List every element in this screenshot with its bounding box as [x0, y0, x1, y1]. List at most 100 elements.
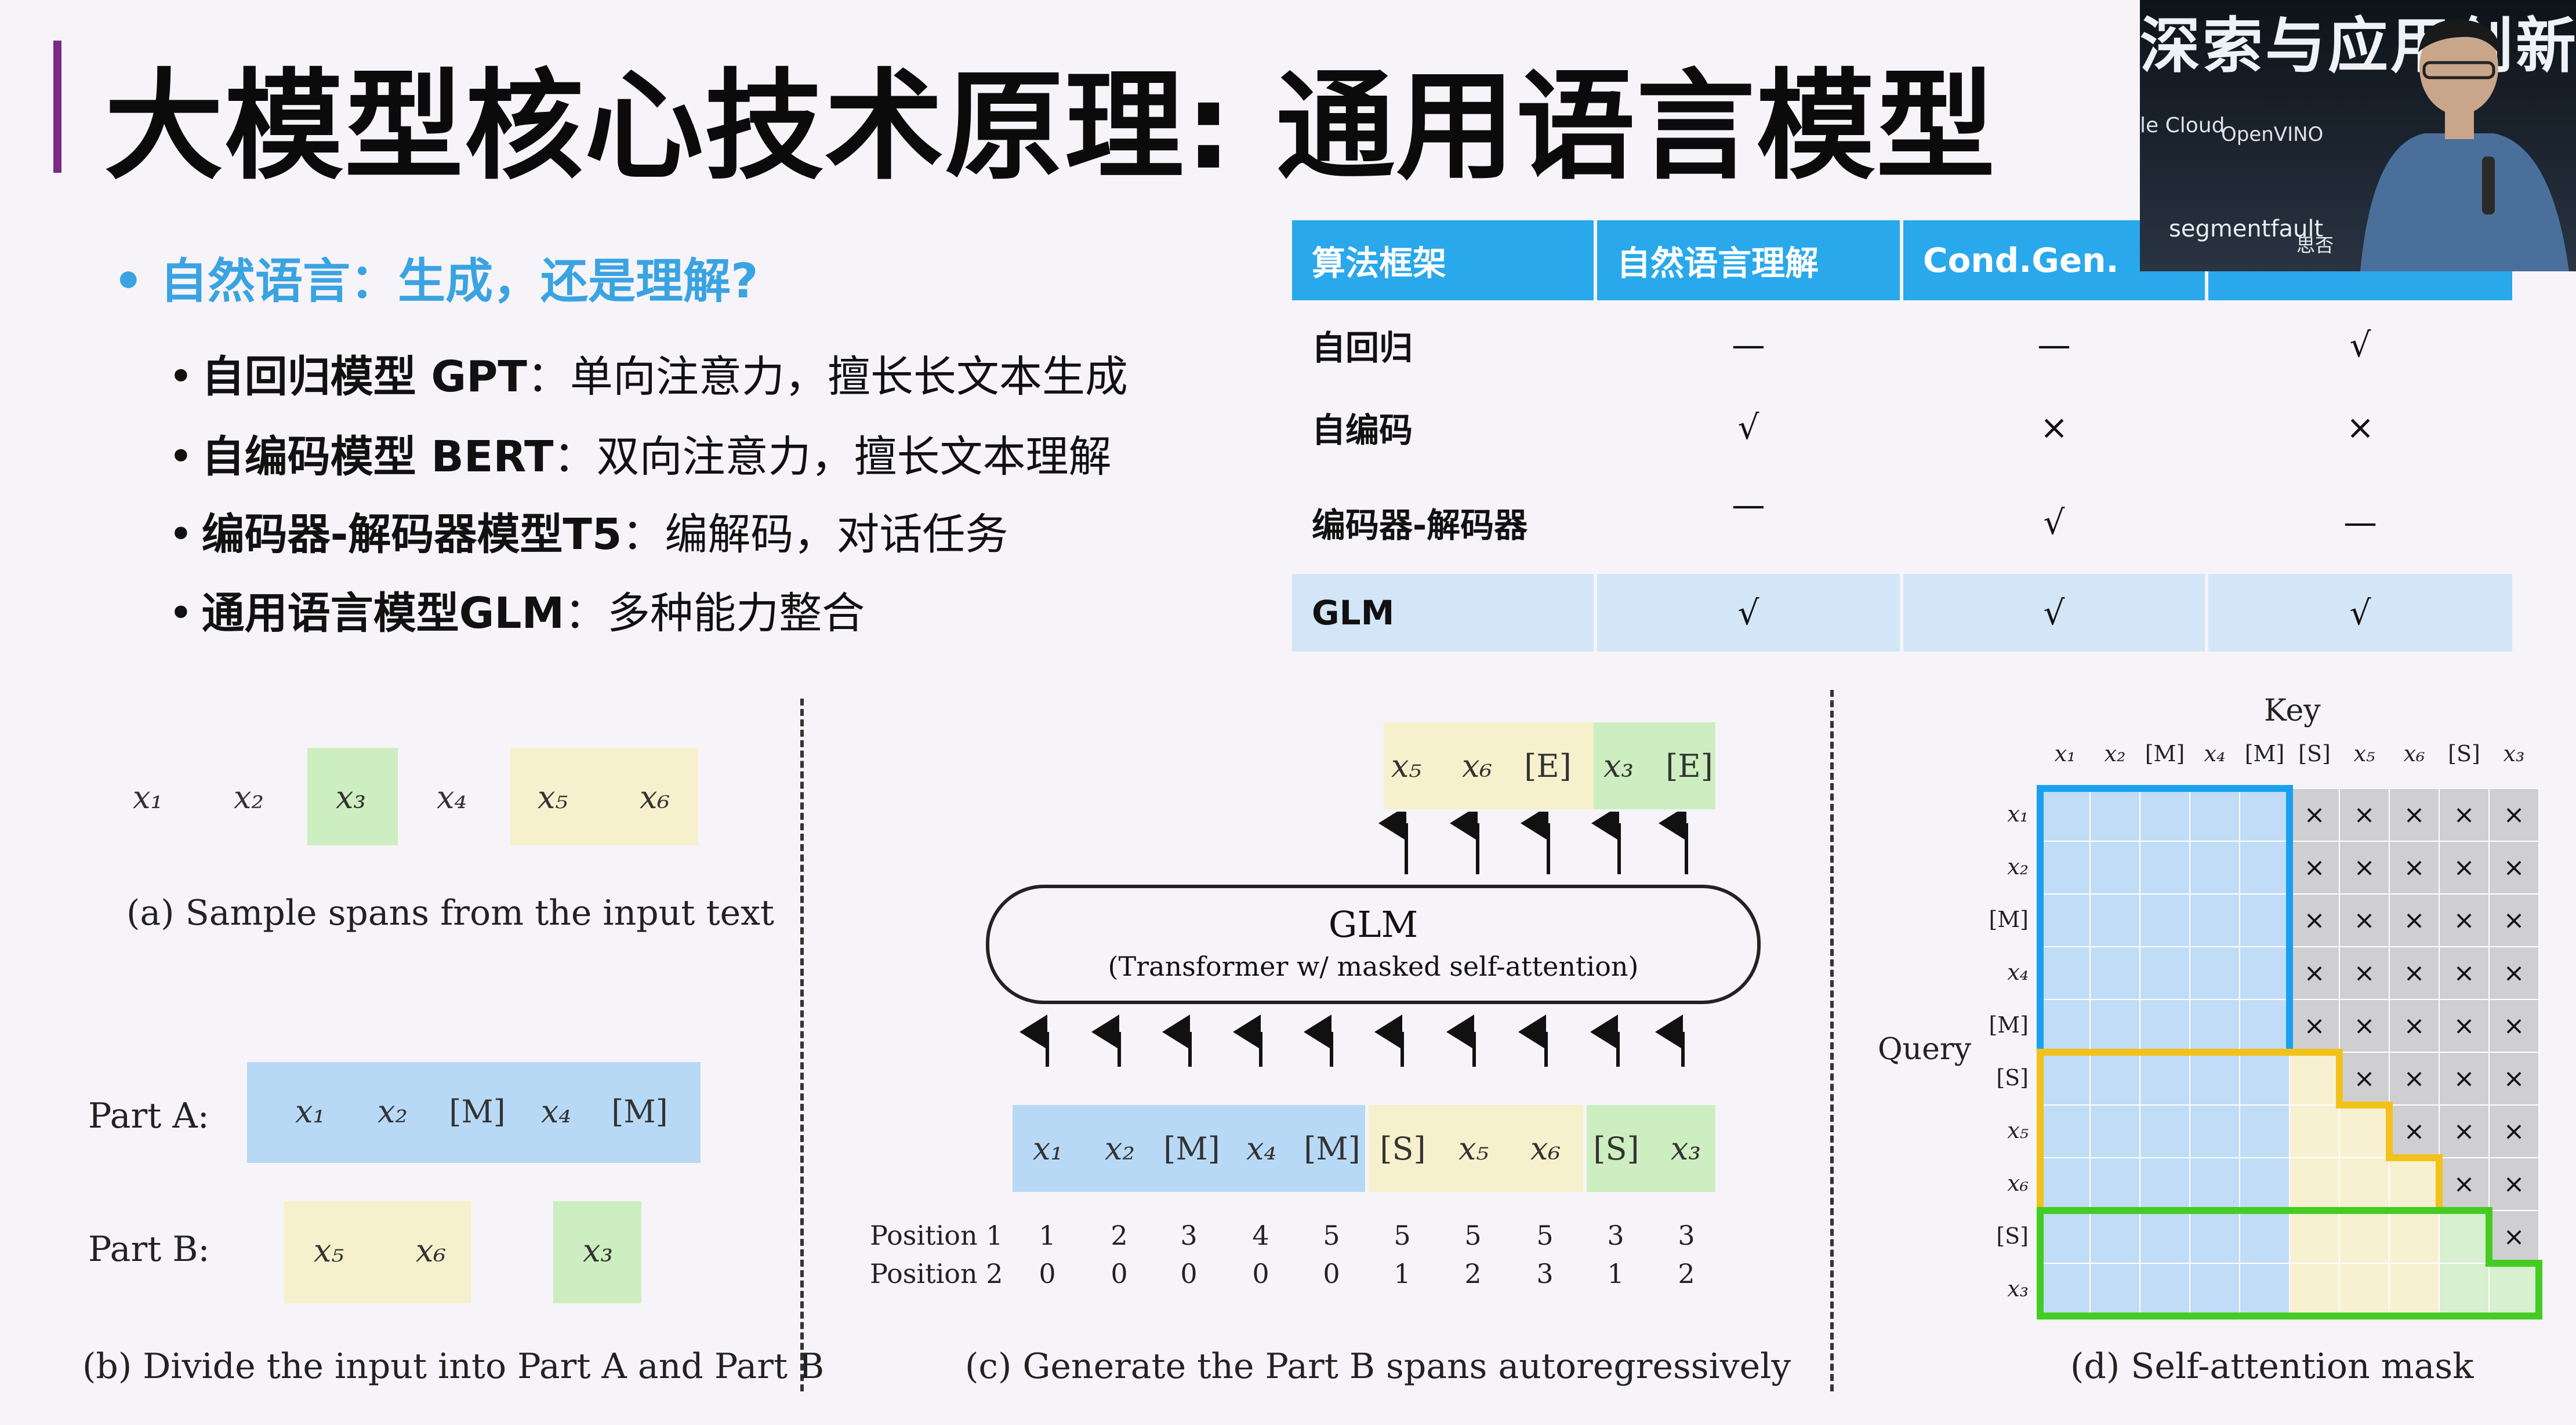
mask-cell-part-b-yellow [2339, 1105, 2389, 1158]
table-cell: √ [2208, 574, 2512, 652]
position-value: 2 [1464, 1258, 1482, 1289]
mask-cell-part-a [2240, 1052, 2290, 1105]
position-value: 5 [1536, 1220, 1554, 1251]
webcam-logo-text: le Cloud [2140, 114, 2225, 137]
mask-cell-part-a [2090, 1210, 2140, 1263]
key-token: [S] [2298, 741, 2331, 766]
mask-cell-part-a [2140, 894, 2190, 947]
mask-cell-blocked: × [2290, 788, 2339, 841]
token: x₃ [1603, 747, 1634, 784]
token: x₁ [132, 779, 164, 816]
mask-cell-part-a [2140, 1105, 2190, 1158]
mask-cell-part-a [2240, 1105, 2290, 1158]
glm-model-title: GLM [1328, 903, 1418, 946]
token: x₂ [377, 1093, 408, 1130]
key-token: x₁ [2054, 741, 2076, 766]
mask-cell-part-b-green [2489, 1263, 2539, 1316]
mask-cell-part-a [2040, 1052, 2090, 1105]
mask-cell-blocked: × [2489, 841, 2539, 894]
position-value: 0 [1180, 1258, 1198, 1289]
mask-cell-blocked: × [2439, 947, 2489, 999]
token: x₆ [1461, 747, 1493, 784]
mask-cell-blocked: × [2339, 894, 2389, 947]
token: x₅ [1458, 1130, 1489, 1167]
query-token: [M] [1989, 907, 2029, 932]
mask-cell-part-a [2090, 841, 2140, 894]
token: x₁ [1032, 1130, 1064, 1167]
caption-c: (c) Generate the Part B spans autoregres… [965, 1346, 1791, 1387]
mask-cell-blocked: × [2489, 947, 2539, 999]
table-cell: √ [1597, 574, 1900, 652]
key-token: x₃ [2503, 741, 2525, 766]
mask-cell-part-a [2240, 1158, 2290, 1210]
mask-cell-part-a [2040, 999, 2090, 1052]
token: [M] [1163, 1130, 1220, 1167]
mask-cell-part-b-yellow [2339, 1210, 2389, 1263]
position-value: 3 [1180, 1220, 1198, 1251]
title-accent-bar [53, 41, 61, 173]
mask-cell-blocked: × [2439, 1105, 2489, 1158]
mask-cell-part-a [2190, 1210, 2240, 1263]
mask-cell-part-b-yellow [2290, 1263, 2339, 1316]
token: x₅ [537, 779, 568, 816]
mask-cell-blocked: × [2439, 1052, 2489, 1105]
figure-separator [1830, 690, 1834, 1391]
webcam-overlay: 深索与应用创新 le Cloud OpenVINO segmentfault 思… [2140, 0, 2576, 271]
caption-a: (a) Sample spans from the input text [126, 893, 775, 933]
mask-cell-part-b-yellow [2290, 1210, 2339, 1263]
bullet-glm-term: 通用语言模型GLM [201, 588, 565, 638]
mask-cell-part-b-yellow [2339, 1158, 2389, 1210]
mask-cell-part-a [2090, 1105, 2140, 1158]
query-token: [S] [1996, 1065, 2029, 1090]
mask-cell-part-a [2040, 947, 2090, 999]
mask-cell-part-a [2140, 947, 2190, 999]
key-token: x₅ [2353, 741, 2375, 766]
table-cell: √ [1737, 408, 1759, 447]
token: [E] [1666, 747, 1713, 784]
mask-cell-part-a [2190, 947, 2240, 999]
mask-cell-blocked: × [2339, 1052, 2389, 1105]
key-token: [S] [2448, 741, 2480, 766]
mask-cell-part-a [2190, 894, 2240, 947]
position-value: 2 [1678, 1258, 1695, 1289]
table-row-label: GLM [1292, 574, 1594, 652]
part-a-label: Part A: [88, 1096, 209, 1136]
mask-cell-blocked: × [2439, 788, 2489, 841]
position1-label: Position 1 [870, 1220, 1003, 1251]
mask-cell-part-b-yellow [2389, 1158, 2439, 1210]
key-label: Key [2264, 693, 2321, 728]
mask-cell-blocked: × [2339, 841, 2389, 894]
mask-cell-part-a [2240, 999, 2290, 1052]
bullet-bert-term: 自编码模型 BERT [201, 432, 554, 482]
mask-cell-blocked: × [2389, 1052, 2439, 1105]
mask-cell-blocked: × [2339, 788, 2389, 841]
mask-cell-blocked: × [2439, 999, 2489, 1052]
position-value: 1 [1607, 1258, 1624, 1289]
table-cell: √ [1903, 574, 2205, 652]
table-header-nlu: 自然语言理解 [1597, 220, 1900, 300]
query-label: Query [1878, 1032, 1972, 1067]
token: [M] [611, 1093, 668, 1130]
token: x₆ [415, 1232, 447, 1269]
table-cell: √ [2349, 325, 2371, 365]
query-token: x₄ [2007, 959, 2029, 985]
mask-cell-part-b-yellow [2389, 1210, 2439, 1263]
caption-d: (d) Self-attention mask [2070, 1346, 2474, 1387]
table-cell: × [2040, 408, 2069, 447]
mask-cell-blocked: × [2389, 1105, 2439, 1158]
mask-cell-part-a [2240, 894, 2290, 947]
mask-cell-part-a [2040, 1105, 2090, 1158]
mask-cell-blocked: × [2389, 999, 2439, 1052]
token: x₅ [1391, 747, 1422, 784]
token: [M] [1304, 1130, 1360, 1167]
mask-cell-part-a [2190, 999, 2240, 1052]
position-value: 0 [1111, 1258, 1128, 1289]
mask-cell-part-a [2040, 841, 2090, 894]
position-value: 1 [1394, 1258, 1411, 1289]
mask-cell-blocked: × [2489, 1052, 2539, 1105]
query-token: x₆ [2007, 1170, 2029, 1196]
mask-cell-part-b-yellow [2290, 1105, 2339, 1158]
mask-cell-part-a [2190, 1052, 2240, 1105]
token: [S] [1380, 1130, 1426, 1167]
query-token: x₂ [2007, 854, 2029, 879]
